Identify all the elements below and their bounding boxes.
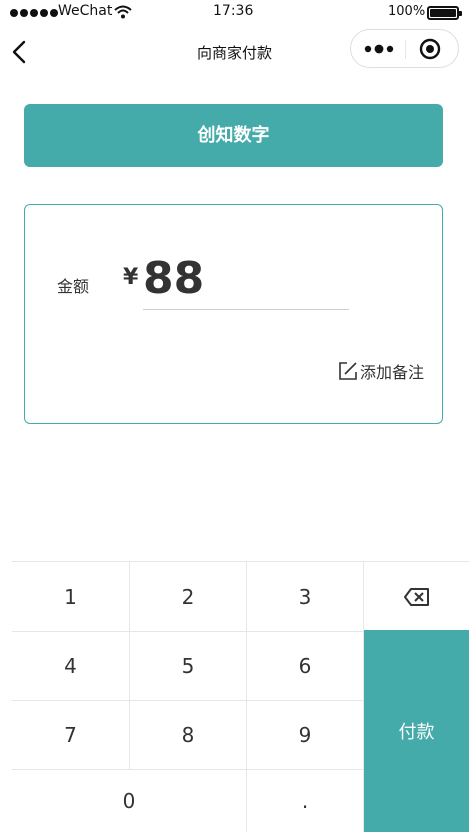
capsule-divider <box>405 40 406 59</box>
more-dots-icon[interactable] <box>359 38 401 60</box>
key-5[interactable]: 5 <box>130 631 247 700</box>
battery-fill <box>430 9 456 17</box>
add-remark-button[interactable]: 添加备注 <box>338 359 424 383</box>
key-1[interactable]: 1 <box>12 561 130 631</box>
add-remark-label: 添加备注 <box>359 363 424 382</box>
amount-label: 金额 <box>57 277 90 296</box>
key-0[interactable]: 0 <box>12 769 247 832</box>
pay-button[interactable]: 付款 <box>364 630 469 832</box>
key-decimal-point[interactable]: . <box>247 769 364 832</box>
merchant-name-banner: 创知数字 <box>24 104 443 167</box>
backspace-key[interactable] <box>364 561 469 631</box>
wifi-icon <box>114 5 132 19</box>
currency-symbol: ¥ <box>123 265 139 290</box>
key-3[interactable]: 3 <box>247 561 364 631</box>
numeric-keypad: 1 2 3 4 5 6 7 8 9 0 . 付款 <box>12 561 469 832</box>
status-bar: WeChat 17:36 100% <box>0 0 469 26</box>
amount-card: 金额 ¥ 88 添加备注 <box>24 204 443 424</box>
battery-icon <box>427 6 462 20</box>
edit-icon <box>339 362 357 380</box>
backspace-icon <box>403 587 429 606</box>
key-9[interactable]: 9 <box>247 700 364 769</box>
key-8[interactable]: 8 <box>130 700 247 769</box>
key-7[interactable]: 7 <box>12 700 130 769</box>
clock: 17:36 <box>213 3 254 19</box>
amount-input[interactable]: 88 <box>143 251 204 307</box>
close-target-icon[interactable] <box>419 38 441 60</box>
signal-dots-icon <box>10 9 58 17</box>
carrier-name: WeChat <box>58 3 113 19</box>
key-4[interactable]: 4 <box>12 631 130 700</box>
key-2[interactable]: 2 <box>130 561 247 631</box>
battery-percentage: 100% <box>388 4 426 19</box>
mini-program-capsule <box>350 29 459 68</box>
key-6[interactable]: 6 <box>247 631 364 700</box>
amount-underline <box>143 309 349 310</box>
